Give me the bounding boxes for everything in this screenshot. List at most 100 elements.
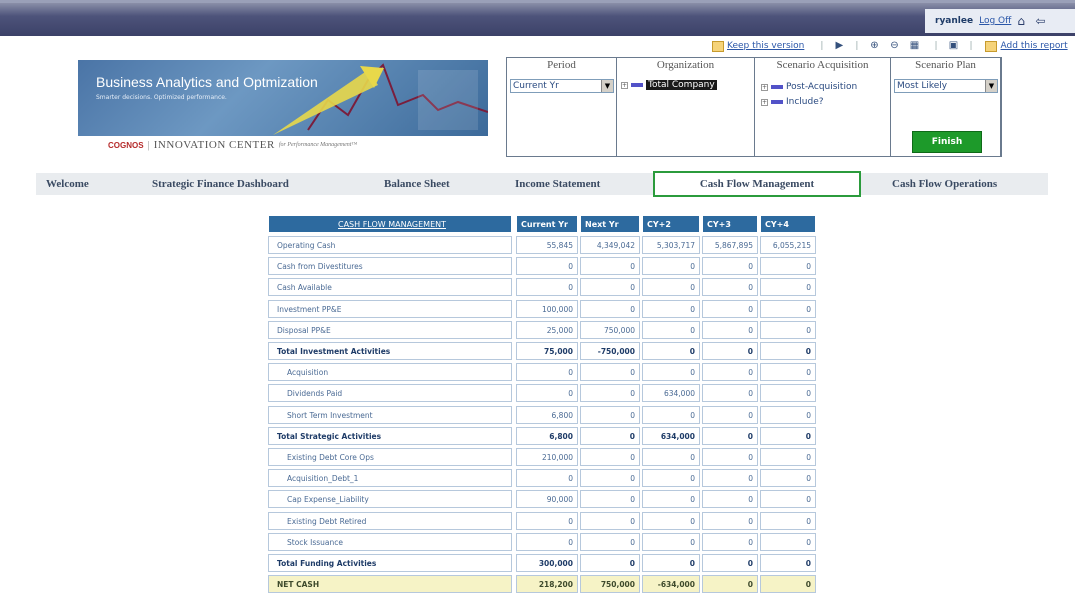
value-cell: 25,000 [516, 320, 578, 339]
value-cell: 0 [580, 278, 640, 297]
value-cell: 0 [702, 342, 758, 360]
home-icon[interactable]: ⌂ [1017, 15, 1029, 27]
value-cell: 5,303,717 [642, 236, 700, 254]
expand-icon[interactable]: + [761, 98, 768, 106]
drill-up-icon[interactable]: ⊖ [888, 40, 900, 52]
org-tree-item[interactable]: + Total Company [621, 80, 717, 90]
logoff-link[interactable]: Log Off [979, 16, 1011, 26]
value-cell: 0 [580, 490, 640, 509]
row-label: NET CASH [268, 575, 512, 594]
scenario-item-label: Post-Acquisition [786, 82, 858, 92]
row-label: Cash Available [268, 278, 512, 297]
value-cell: 0 [580, 363, 640, 382]
run-icon[interactable]: ▶ [833, 40, 845, 52]
row-label: Acquisition [268, 363, 512, 382]
value-cell: 0 [702, 469, 758, 488]
scenario-acquisition-header: Scenario Acquisition [776, 59, 869, 71]
value-cell: 0 [760, 257, 816, 276]
period-select[interactable]: Current Yr ▼ [510, 79, 614, 93]
related-links-icon[interactable]: ▦ [908, 40, 920, 52]
value-cell: 0 [760, 405, 816, 424]
row-label: Acquisition_Debt_1 [268, 469, 512, 488]
tab-cash-flow-operations[interactable]: Cash Flow Operations [892, 173, 997, 195]
value-cell: 0 [516, 278, 578, 297]
column-header: CY+2 [642, 215, 700, 233]
value-cell: 0 [516, 363, 578, 382]
scenario-item-label: Include? [786, 97, 824, 107]
value-cell: 0 [516, 511, 578, 530]
period-prompt: Period Current Yr ▼ [507, 58, 617, 156]
cognos-brand: COGNOS [108, 140, 144, 150]
row-label: Cap Expense_Liability [268, 490, 512, 509]
value-cell: 6,055,215 [760, 236, 816, 254]
column-header: CY+4 [760, 215, 816, 233]
member-icon [771, 100, 783, 104]
row-label: Dividends Paid [268, 384, 512, 403]
finish-button[interactable]: Finish [912, 131, 982, 153]
chevron-down-icon[interactable]: ▼ [985, 80, 997, 92]
value-cell: 0 [760, 299, 816, 318]
expand-icon[interactable]: + [761, 83, 768, 91]
column-header: Next Yr [580, 215, 640, 233]
member-icon [771, 85, 783, 89]
value-cell: 0 [580, 405, 640, 424]
tab-cash-flow-management[interactable]: Cash Flow Management [653, 171, 861, 197]
tab-welcome[interactable]: Welcome [46, 173, 89, 195]
value-cell: 0 [702, 490, 758, 509]
value-cell: 0 [642, 532, 700, 551]
tab-balance-sheet[interactable]: Balance Sheet [384, 173, 450, 195]
drill-down-icon[interactable]: ⊕ [868, 40, 880, 52]
value-cell: 0 [580, 448, 640, 466]
value-cell: 0 [642, 299, 700, 318]
report-actions: Keep this version | ▶ | ⊕ ⊖ ▦ | ▣ | Add … [712, 38, 1072, 54]
expand-icon[interactable]: + [621, 81, 628, 89]
cognos-logo: COGNOS | INNOVATION CENTER for Performan… [108, 139, 358, 151]
chevron-down-icon[interactable]: ▼ [601, 80, 613, 92]
value-cell: 218,200 [516, 575, 578, 594]
tab-income-statement[interactable]: Income Statement [515, 173, 600, 195]
organization-header: Organization [656, 59, 715, 71]
value-cell: 0 [580, 532, 640, 551]
value-cell: 0 [702, 426, 758, 445]
value-cell: 0 [760, 426, 816, 445]
value-cell: 0 [702, 257, 758, 276]
keep-version-link[interactable]: Keep this version [727, 41, 804, 51]
row-label: Total Investment Activities [268, 342, 512, 360]
banner-subtitle: Smarter decisions. Optimized performance… [96, 94, 227, 101]
value-cell: 55,845 [516, 236, 578, 254]
innovation-center: INNOVATION CENTER [153, 139, 275, 151]
value-cell: 0 [760, 575, 816, 594]
row-label: Cash from Divestitures [268, 257, 512, 276]
value-cell: 0 [516, 257, 578, 276]
value-cell: 0 [516, 532, 578, 551]
value-cell: 0 [642, 448, 700, 466]
value-cell: 0 [702, 575, 758, 594]
value-cell: 75,000 [516, 342, 578, 360]
value-cell: 90,000 [516, 490, 578, 509]
value-cell: 0 [702, 278, 758, 297]
tab-strategic-finance-dashboard[interactable]: Strategic Finance Dashboard [152, 173, 289, 195]
scenario-tree-item[interactable]: + Include? [761, 97, 824, 107]
add-report-icon[interactable] [984, 40, 997, 52]
separator: | [934, 41, 938, 51]
value-cell: 210,000 [516, 448, 578, 466]
add-report-link[interactable]: Add this report [1001, 41, 1068, 51]
scenario-plan-select[interactable]: Most Likely ▼ [894, 79, 998, 93]
value-cell: 0 [642, 469, 700, 488]
row-label: Operating Cash [268, 236, 512, 254]
scenario-tree-item[interactable]: + Post-Acquisition [761, 82, 857, 92]
row-label: Investment PP&E [268, 299, 512, 318]
value-cell: -750,000 [580, 342, 640, 360]
scenario-plan-value: Most Likely [897, 81, 948, 91]
back-icon[interactable]: ⇦ [1035, 15, 1047, 27]
row-label: Stock Issuance [268, 532, 512, 551]
banner-image: Business Analytics and Optmization Smart… [78, 60, 488, 136]
value-cell: 300,000 [516, 554, 578, 572]
view-format-icon[interactable]: ▣ [948, 40, 960, 52]
value-cell: -634,000 [642, 575, 700, 594]
value-cell: 0 [702, 299, 758, 318]
value-cell: 5,867,895 [702, 236, 758, 254]
table-title[interactable]: CASH FLOW MANAGEMENT [268, 215, 512, 233]
keep-version-icon[interactable] [712, 40, 724, 52]
row-label: Existing Debt Retired [268, 511, 512, 530]
